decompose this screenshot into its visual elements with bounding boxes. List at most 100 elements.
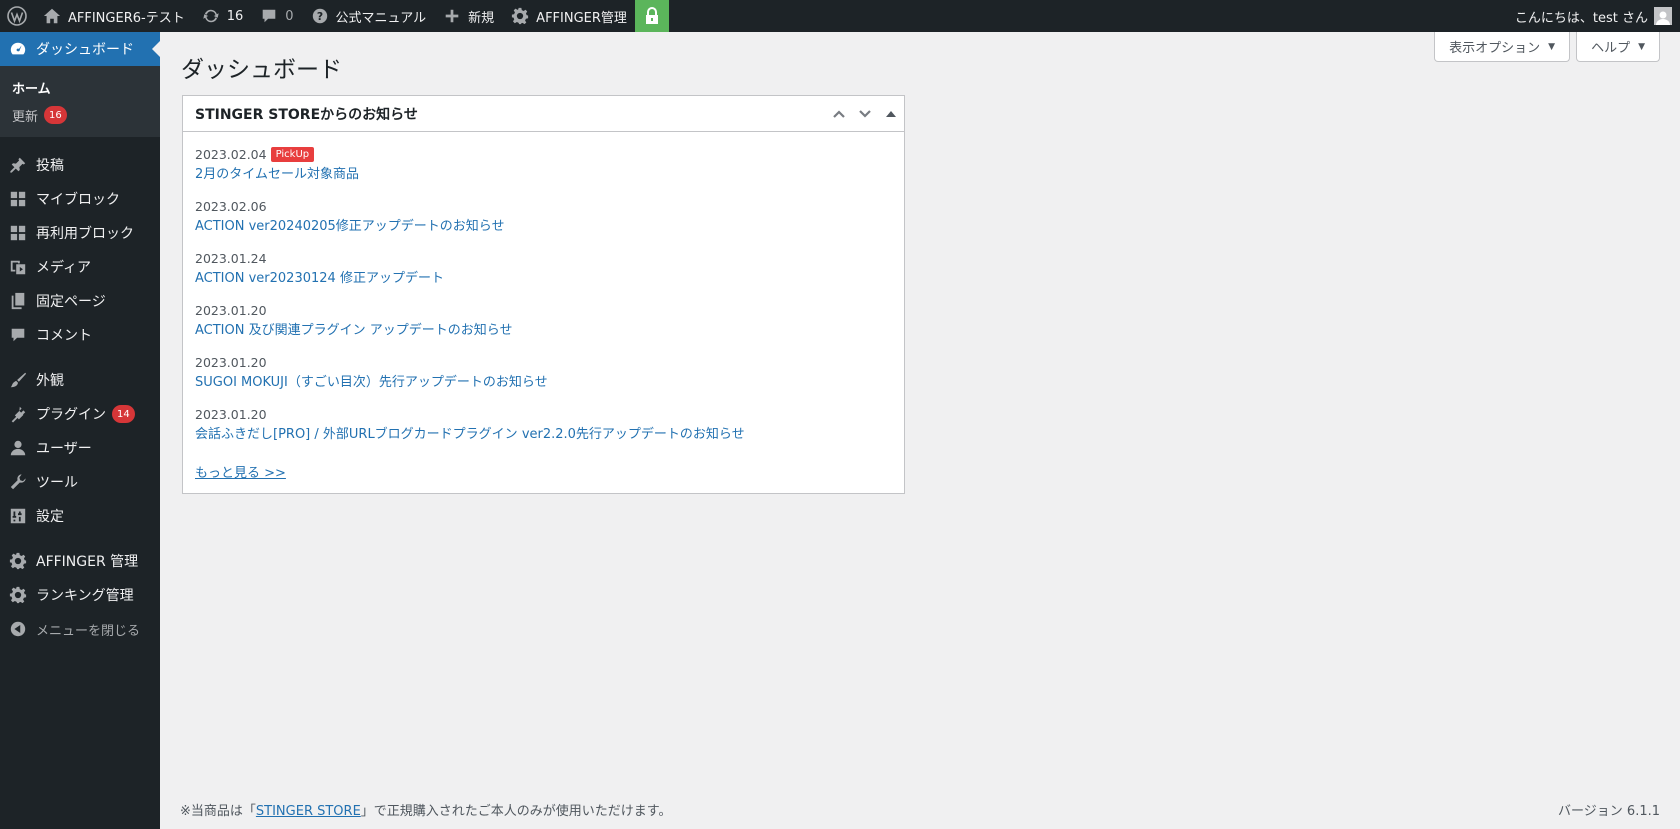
footer-version: バージョン 6.1.1 xyxy=(1558,804,1660,819)
news-link[interactable]: ACTION ver20230124 修正アップデート xyxy=(195,268,892,290)
site-name-menu[interactable]: AFFINGER6-テスト xyxy=(34,0,193,32)
move-up-button[interactable] xyxy=(826,96,852,132)
menu-appearance-label: 外観 xyxy=(36,373,64,389)
manual-label: 公式マニュアル xyxy=(335,10,427,26)
widget-body: 2023.02.04 PickUp 2月のタイムセール対象商品 2023.02.… xyxy=(183,132,904,493)
greeting: こんにちは、test さん xyxy=(1514,10,1648,26)
menu-pages[interactable]: 固定ページ xyxy=(0,284,160,318)
menu-settings[interactable]: 設定 xyxy=(0,499,160,533)
widget-title: STINGER STOREからのお知らせ xyxy=(195,106,418,123)
news-date: 2023.01.20 xyxy=(195,354,267,370)
menu-ranking[interactable]: ランキング管理 xyxy=(0,578,160,612)
menu-affinger-label: AFFINGER 管理 xyxy=(36,554,139,570)
menu-tools[interactable]: ツール xyxy=(0,465,160,499)
comments-count: 0 xyxy=(285,8,294,24)
menu-media[interactable]: メディア xyxy=(0,250,160,284)
submenu-updates[interactable]: 更新 16 xyxy=(0,101,160,129)
admin-menu: ダッシュボード ホーム 更新 16 投稿 マイブロック 再利用ブロック メディア … xyxy=(0,32,160,829)
comment-icon xyxy=(259,6,279,26)
news-link[interactable]: ACTION ver20240205修正アップデートのお知らせ xyxy=(195,216,892,238)
submenu-updates-label: 更新 xyxy=(12,109,39,125)
triangle-up-icon xyxy=(886,110,896,117)
menu-settings-label: 設定 xyxy=(36,509,64,525)
footer-note-suffix: 」で正規購入されたご本人のみが使用いただけます。 xyxy=(360,804,672,819)
dashboard-icon xyxy=(8,39,28,59)
move-down-button[interactable] xyxy=(852,96,878,132)
plugin-icon xyxy=(8,404,28,424)
menu-comments[interactable]: コメント xyxy=(0,318,160,352)
news-link[interactable]: 会話ふきだし[PRO] / 外部URLブログカードプラグイン ver2.2.0先… xyxy=(195,424,892,446)
menu-posts-label: 投稿 xyxy=(36,158,64,174)
updates-badge: 16 xyxy=(44,106,67,124)
affinger-admin-menu[interactable]: AFFINGER管理 xyxy=(502,0,635,32)
lock-menu[interactable] xyxy=(634,0,669,32)
paintbrush-icon xyxy=(8,370,28,390)
help-icon: ? xyxy=(310,6,330,26)
menu-ranking-label: ランキング管理 xyxy=(36,588,134,604)
gear-icon xyxy=(8,551,28,571)
news-link[interactable]: 2月のタイムセール対象商品 xyxy=(195,164,892,186)
submenu-home[interactable]: ホーム xyxy=(0,73,160,101)
chevron-up-icon xyxy=(833,109,845,118)
avatar xyxy=(1654,7,1672,25)
svg-text:?: ? xyxy=(316,10,322,23)
updates-count: 16 xyxy=(226,8,244,24)
manual-menu[interactable]: ? 公式マニュアル xyxy=(302,0,435,32)
menu-users-label: ユーザー xyxy=(36,441,92,457)
gear-icon xyxy=(510,6,530,26)
comments-menu[interactable]: 0 xyxy=(251,0,301,32)
admin-bar: AFFINGER6-テスト 16 0 ? 公式マニュアル 新規 AFFINGER… xyxy=(0,0,1680,32)
lock-icon xyxy=(644,7,660,25)
footer-note-prefix: ※当商品は「 xyxy=(180,804,256,819)
menu-myblock[interactable]: マイブロック xyxy=(0,182,160,216)
comment-icon xyxy=(8,325,28,345)
home-icon xyxy=(42,6,62,26)
my-account-menu[interactable]: こんにちは、test さん xyxy=(1515,7,1680,26)
news-date: 2023.01.20 xyxy=(195,302,267,318)
grid-icon xyxy=(8,223,28,243)
media-icon xyxy=(8,257,28,277)
plugins-badge: 14 xyxy=(112,405,135,423)
news-link[interactable]: SUGOI MOKUJI（すごい目次）先行アップデートのお知らせ xyxy=(195,372,892,394)
wrench-icon xyxy=(8,472,28,492)
menu-plugins[interactable]: プラグイン 14 xyxy=(0,397,160,431)
menu-affinger[interactable]: AFFINGER 管理 xyxy=(0,544,160,578)
wordpress-logo-menu[interactable] xyxy=(0,0,34,32)
help-button[interactable]: ヘルプ ▼ xyxy=(1576,32,1660,62)
menu-dashboard[interactable]: ダッシュボード xyxy=(0,32,160,66)
user-icon xyxy=(8,438,28,458)
toggle-panel-button[interactable] xyxy=(878,96,904,132)
menu-reusable-label: 再利用ブロック xyxy=(36,226,134,242)
news-item: 2023.02.04 PickUp 2月のタイムセール対象商品 xyxy=(195,144,892,186)
menu-plugins-label: プラグイン xyxy=(36,407,106,423)
menu-appearance[interactable]: 外観 xyxy=(0,363,160,397)
stinger-store-link[interactable]: STINGER STORE xyxy=(256,804,361,819)
caret-down-icon: ▼ xyxy=(1638,41,1645,52)
gear-icon xyxy=(8,585,28,605)
menu-reusable[interactable]: 再利用ブロック xyxy=(0,216,160,250)
screen-options-button[interactable]: 表示オプション ▼ xyxy=(1434,32,1571,62)
new-content-menu[interactable]: 新規 xyxy=(434,0,502,32)
updates-menu[interactable]: 16 xyxy=(193,0,252,32)
menu-posts[interactable]: 投稿 xyxy=(0,148,160,182)
news-link[interactable]: ACTION 及び関連プラグイン アップデートのお知らせ xyxy=(195,320,892,342)
news-item: 2023.01.24 ACTION ver20230124 修正アップデート xyxy=(195,248,892,290)
footer-note: ※当商品は「STINGER STORE」で正規購入されたご本人のみが使用いただけ… xyxy=(180,800,672,819)
widget-header: STINGER STOREからのお知らせ xyxy=(183,96,904,132)
collapse-menu-button[interactable]: メニューを閉じる xyxy=(0,612,160,646)
more-link[interactable]: もっと見る >> xyxy=(195,462,286,481)
page-title: ダッシュボード xyxy=(181,57,342,83)
menu-tools-label: ツール xyxy=(36,475,78,491)
plus-icon xyxy=(442,6,462,26)
wordpress-logo-icon xyxy=(7,6,27,26)
news-item: 2023.02.06 ACTION ver20240205修正アップデートのお知… xyxy=(195,196,892,238)
refresh-icon xyxy=(201,6,221,26)
site-name: AFFINGER6-テスト xyxy=(68,10,185,26)
menu-comments-label: コメント xyxy=(36,328,92,344)
menu-users[interactable]: ユーザー xyxy=(0,431,160,465)
collapse-arrow-icon xyxy=(8,619,28,639)
help-label: ヘルプ xyxy=(1591,41,1631,56)
submenu-home-label: ホーム xyxy=(12,81,51,97)
news-item: 2023.01.20 SUGOI MOKUJI（すごい目次）先行アップデートのお… xyxy=(195,352,892,394)
grid-icon xyxy=(8,189,28,209)
